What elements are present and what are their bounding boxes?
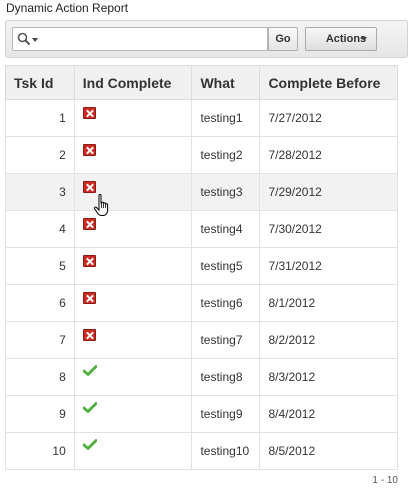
search-field xyxy=(12,27,268,51)
cell-what: testing4 xyxy=(191,210,261,248)
cell-complete-before: 7/27/2012 xyxy=(259,99,398,137)
column-header-ind-complete[interactable]: Ind Complete xyxy=(73,65,193,100)
cell-tsk-id: 4 xyxy=(5,210,75,248)
green-check-icon[interactable] xyxy=(82,365,98,379)
cell-ind-complete xyxy=(73,321,193,359)
search-bar: Go Actions xyxy=(5,20,408,58)
green-check-icon[interactable] xyxy=(82,439,98,453)
pagination-range: 1 - 10 xyxy=(372,475,398,486)
cell-ind-complete xyxy=(73,247,193,285)
table-row: 4 testing4 7/30/2012 xyxy=(5,210,398,248)
cell-complete-before: 7/28/2012 xyxy=(259,136,398,174)
green-check-icon[interactable] xyxy=(82,402,98,416)
cell-tsk-id: 3 xyxy=(5,173,75,211)
cell-complete-before: 8/3/2012 xyxy=(259,358,398,396)
cell-tsk-id: 8 xyxy=(5,358,75,396)
search-column-dropdown-icon[interactable] xyxy=(32,38,38,42)
region-title: Dynamic Action Report xyxy=(6,1,129,15)
chevron-down-icon xyxy=(361,37,367,41)
actions-menu-button[interactable]: Actions xyxy=(305,27,377,51)
go-button[interactable]: Go xyxy=(268,27,298,51)
cell-ind-complete xyxy=(73,99,193,137)
cell-ind-complete xyxy=(73,395,193,433)
table-row: 7 testing7 8/2/2012 xyxy=(5,321,398,359)
table-row: 9 testing9 8/4/2012 xyxy=(5,395,398,433)
header-row: Tsk Id Ind Complete What Complete Before xyxy=(5,65,398,100)
cell-complete-before: 7/31/2012 xyxy=(259,247,398,285)
column-header-what[interactable]: What xyxy=(191,65,261,100)
cell-ind-complete xyxy=(73,284,193,322)
cell-what: testing10 xyxy=(191,432,261,470)
cell-ind-complete xyxy=(73,358,193,396)
table-row: 2 testing2 7/28/2012 xyxy=(5,136,398,174)
table-row: 5 testing5 7/31/2012 xyxy=(5,247,398,285)
cell-what: testing5 xyxy=(191,247,261,285)
column-header-complete-before[interactable]: Complete Before xyxy=(259,65,398,100)
cell-tsk-id: 5 xyxy=(5,247,75,285)
cell-what: testing2 xyxy=(191,136,261,174)
cell-tsk-id: 7 xyxy=(5,321,75,359)
cell-ind-complete xyxy=(73,432,193,470)
red-x-icon[interactable] xyxy=(82,254,96,267)
red-x-icon[interactable] xyxy=(82,106,96,119)
red-x-icon[interactable] xyxy=(82,328,96,341)
table-row: 1 testing1 7/27/2012 xyxy=(5,99,398,137)
cell-tsk-id: 2 xyxy=(5,136,75,174)
magnifier-icon[interactable] xyxy=(17,32,31,46)
cell-what: testing6 xyxy=(191,284,261,322)
red-x-icon[interactable] xyxy=(82,180,96,193)
cell-complete-before: 8/2/2012 xyxy=(259,321,398,359)
cell-complete-before: 7/29/2012 xyxy=(259,173,398,211)
column-header-tsk-id[interactable]: Tsk Id xyxy=(5,65,75,100)
cell-tsk-id: 1 xyxy=(5,99,75,137)
red-x-icon[interactable] xyxy=(82,217,96,230)
cell-what: testing1 xyxy=(191,99,261,137)
cell-what: testing3 xyxy=(191,173,261,211)
cell-complete-before: 8/4/2012 xyxy=(259,395,398,433)
table-row: 3 testing3 7/29/2012 xyxy=(5,173,398,211)
table-row: 6 testing6 8/1/2012 xyxy=(5,284,398,322)
table-row: 8 testing8 8/3/2012 xyxy=(5,358,398,396)
cell-complete-before: 8/1/2012 xyxy=(259,284,398,322)
cell-what: testing9 xyxy=(191,395,261,433)
red-x-icon[interactable] xyxy=(82,143,96,156)
cell-what: testing7 xyxy=(191,321,261,359)
search-input[interactable] xyxy=(41,29,265,49)
cell-what: testing8 xyxy=(191,358,261,396)
report-body: 1 testing1 7/27/2012 2 testing2 7/28/2012 3 tes… xyxy=(5,99,398,470)
cell-ind-complete xyxy=(73,210,193,248)
cell-complete-before: 8/5/2012 xyxy=(259,432,398,470)
report-table: Tsk Id Ind Complete What Complete Before… xyxy=(5,65,398,470)
cell-ind-complete xyxy=(73,136,193,174)
red-x-icon[interactable] xyxy=(82,291,96,304)
cell-tsk-id: 9 xyxy=(5,395,75,433)
table-row: 10 testing10 8/5/2012 xyxy=(5,432,398,470)
cell-ind-complete xyxy=(73,173,193,211)
cell-complete-before: 7/30/2012 xyxy=(259,210,398,248)
cell-tsk-id: 6 xyxy=(5,284,75,322)
cell-tsk-id: 10 xyxy=(5,432,75,470)
